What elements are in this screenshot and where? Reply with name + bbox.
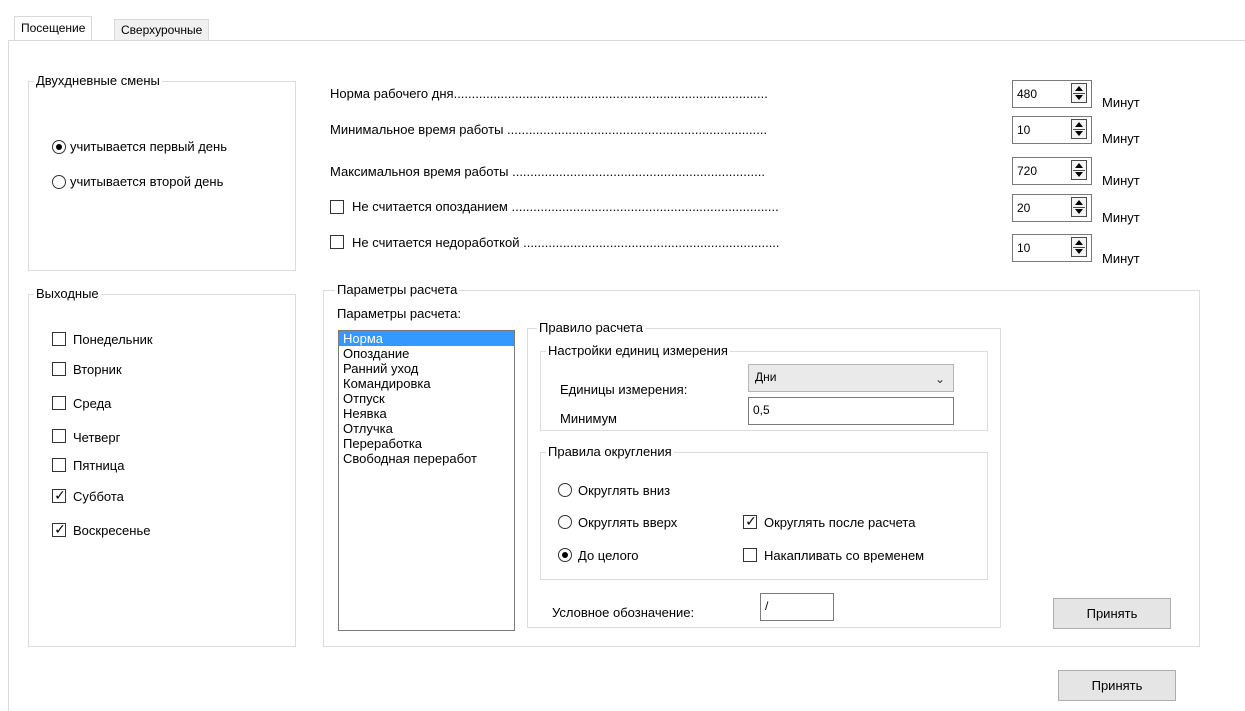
list-item[interactable]: Неявка	[339, 406, 514, 421]
calc-params-list-label: Параметры расчета:	[337, 306, 461, 321]
spin-arrows-icon[interactable]	[1071, 83, 1087, 103]
list-item[interactable]: Норма	[339, 331, 514, 346]
weekends-group	[28, 294, 296, 647]
symbol-label: Условное обозначение:	[552, 605, 695, 620]
norm-workday-label: Норма рабочего дня......................…	[330, 86, 768, 101]
second-day-radio[interactable]	[52, 175, 66, 189]
min-work-unit: Минут	[1102, 131, 1140, 146]
weekends-title: Выходные	[34, 286, 101, 302]
tuesday-label: Вторник	[73, 362, 122, 377]
calc-params-listbox[interactable]: Норма Опоздание Ранний уход Командировка…	[338, 330, 515, 631]
monday-checkbox[interactable]	[52, 332, 66, 346]
to-integer-radio[interactable]	[558, 548, 572, 562]
list-item[interactable]: Отлучка	[339, 421, 514, 436]
friday-label: Пятница	[73, 458, 125, 473]
first-day-radio[interactable]	[52, 140, 66, 154]
panel-left-border	[8, 40, 9, 711]
not-underwork-checkbox[interactable]	[330, 235, 344, 249]
minimum-label: Минимум	[560, 411, 617, 426]
first-day-label: учитывается первый день	[70, 139, 227, 154]
checkmark-icon: ✓	[54, 487, 66, 503]
round-down-radio[interactable]	[558, 483, 572, 497]
not-late-spin[interactable]: 20	[1012, 194, 1092, 222]
symbol-input[interactable]: /	[760, 593, 834, 621]
accumulate-label: Накапливать со временем	[764, 548, 925, 563]
thursday-checkbox[interactable]	[52, 429, 66, 443]
monday-label: Понедельник	[73, 332, 153, 347]
tab-attendance[interactable]: Посещение	[14, 16, 93, 40]
min-work-value: 10	[1017, 123, 1031, 137]
units-label: Единицы измерения:	[560, 382, 688, 397]
list-item[interactable]: Опоздание	[339, 346, 514, 361]
tuesday-checkbox[interactable]	[52, 362, 66, 376]
calc-apply-button[interactable]: Принять	[1053, 598, 1171, 629]
spin-arrows-icon[interactable]	[1071, 237, 1087, 257]
list-item[interactable]: Свободная переработ	[339, 451, 514, 466]
rounding-title: Правила округления	[546, 444, 674, 460]
second-day-label: учитывается второй день	[70, 174, 224, 189]
friday-checkbox[interactable]	[52, 458, 66, 472]
not-underwork-value: 10	[1017, 241, 1031, 255]
tab-divider	[8, 40, 1245, 41]
max-work-unit: Минут	[1102, 173, 1140, 188]
to-integer-label: До целого	[578, 548, 639, 563]
spin-arrows-icon[interactable]	[1071, 197, 1087, 217]
norm-workday-unit: Минут	[1102, 95, 1140, 110]
min-work-label: Минимальное время работы ...............…	[330, 122, 768, 137]
round-up-radio[interactable]	[558, 515, 572, 529]
not-late-checkbox[interactable]	[330, 200, 344, 214]
unit-settings-title: Настройки единиц измерения	[546, 343, 730, 359]
max-work-spin[interactable]: 720	[1012, 157, 1092, 185]
checkmark-icon: ✓	[745, 513, 757, 529]
not-late-value: 20	[1017, 201, 1031, 215]
thursday-label: Четверг	[73, 430, 121, 445]
not-underwork-unit: Минут	[1102, 251, 1140, 266]
not-late-unit: Минут	[1102, 210, 1140, 225]
min-work-spin[interactable]: 10	[1012, 116, 1092, 144]
not-late-label: Не считается опозданием ................…	[352, 199, 779, 214]
list-item[interactable]: Командировка	[339, 376, 514, 391]
wednesday-checkbox[interactable]	[52, 396, 66, 410]
calc-rule-title: Правило расчета	[537, 320, 645, 336]
accumulate-checkbox[interactable]	[743, 548, 757, 562]
saturday-checkbox[interactable]: ✓	[52, 487, 66, 503]
list-item[interactable]: Отпуск	[339, 391, 514, 406]
max-work-value: 720	[1017, 164, 1038, 178]
norm-workday-spin[interactable]: 480	[1012, 80, 1092, 108]
apply-button[interactable]: Принять	[1058, 670, 1176, 701]
list-item[interactable]: Переработка	[339, 436, 514, 451]
saturday-label: Суббота	[73, 489, 124, 504]
wednesday-label: Среда	[73, 396, 112, 411]
spin-arrows-icon[interactable]	[1071, 160, 1087, 180]
chevron-down-icon: ⌄	[934, 372, 945, 386]
tab-overtime[interactable]: Сверхурочные	[114, 19, 210, 41]
two-day-shifts-title: Двухдневные смены	[34, 73, 162, 89]
norm-workday-value: 480	[1017, 87, 1038, 101]
units-value: Дни	[755, 370, 777, 384]
sunday-label: Воскресенье	[73, 523, 151, 538]
units-select[interactable]: Дни ⌄	[748, 364, 954, 392]
not-underwork-label: Не считается недоработкой ..............…	[352, 235, 780, 250]
minimum-input[interactable]: 0,5	[748, 397, 954, 425]
spin-arrows-icon[interactable]	[1071, 119, 1087, 139]
max-work-label: Максимальноя время работы ..............…	[330, 164, 765, 179]
round-down-label: Округлять вниз	[578, 483, 671, 498]
sunday-checkbox[interactable]: ✓	[52, 521, 66, 537]
checkmark-icon: ✓	[54, 521, 66, 537]
list-item[interactable]: Ранний уход	[339, 361, 514, 376]
calc-params-title: Параметры расчета	[335, 282, 460, 298]
round-up-label: Округлять вверх	[578, 515, 678, 530]
round-after-calc-label: Округлять после расчета	[764, 515, 916, 530]
round-after-calc-checkbox[interactable]: ✓	[743, 513, 757, 529]
not-underwork-spin[interactable]: 10	[1012, 234, 1092, 262]
